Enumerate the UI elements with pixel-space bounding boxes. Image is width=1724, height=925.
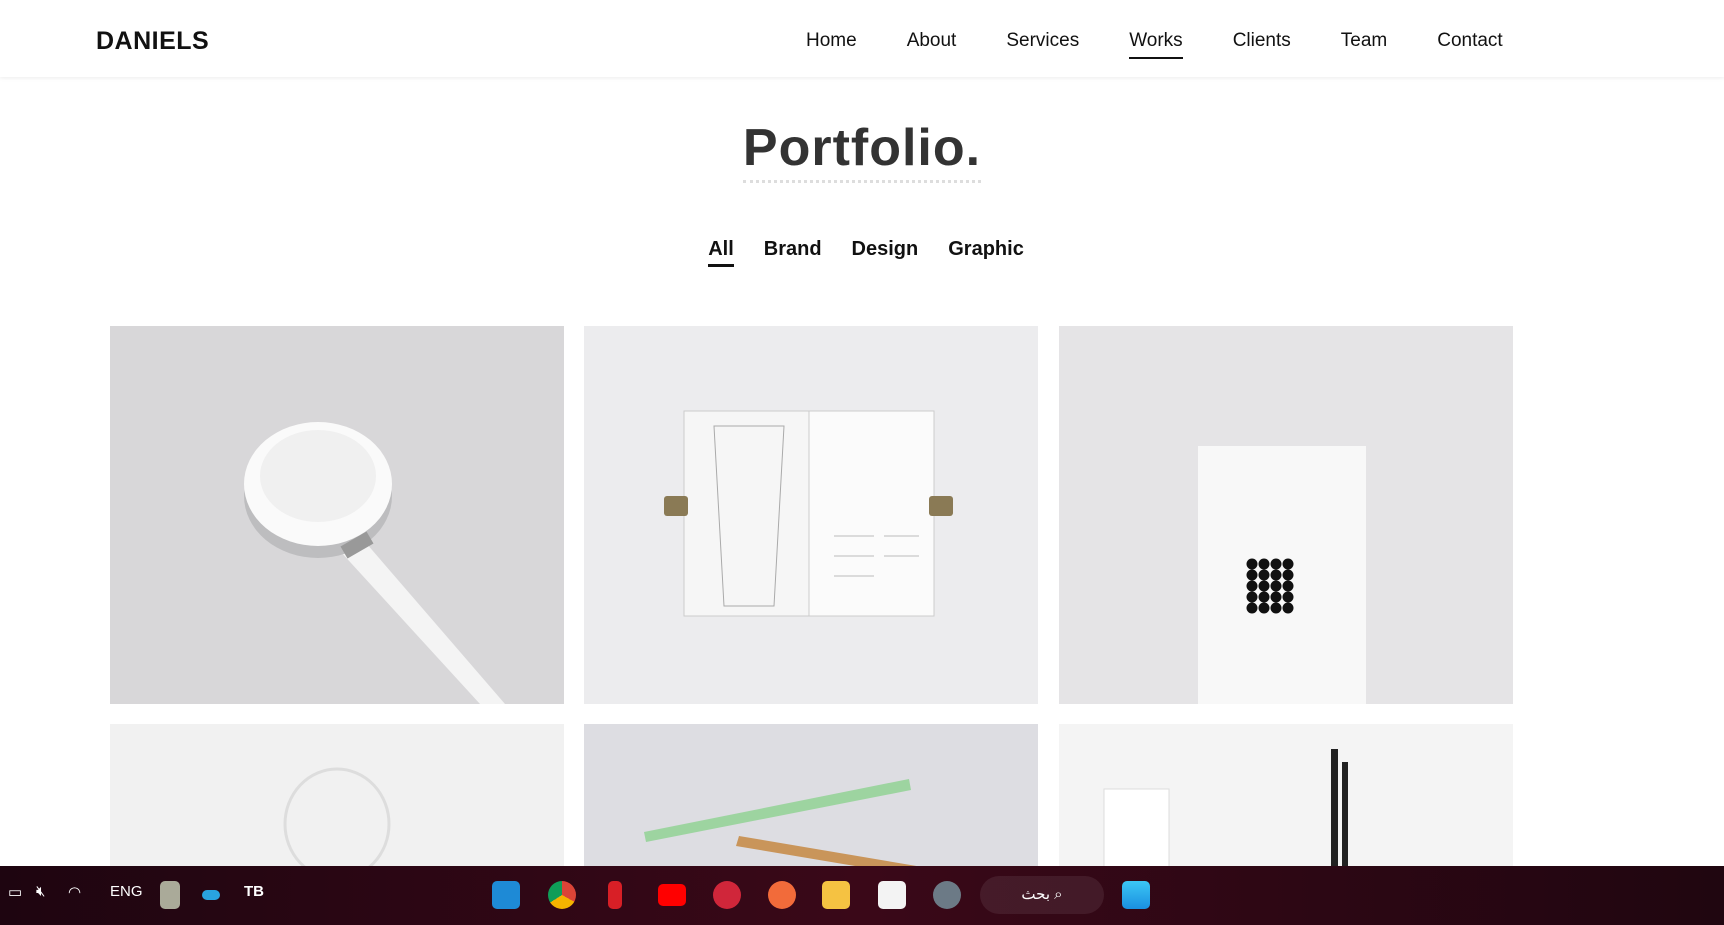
- nav-about[interactable]: About: [907, 30, 957, 59]
- portfolio-filters: All Brand Design Graphic: [0, 238, 1724, 267]
- pens-image: [1103, 749, 1348, 884]
- settings-icon[interactable]: [933, 881, 961, 909]
- search-icon: ⌕: [1054, 886, 1063, 903]
- nav-team[interactable]: Team: [1341, 30, 1387, 59]
- tray-tb-icon[interactable]: TB: [244, 883, 264, 900]
- nav-contact[interactable]: Contact: [1437, 30, 1502, 59]
- brush-app-icon[interactable]: [768, 881, 796, 909]
- portfolio-item-apple-charger[interactable]: [110, 326, 564, 704]
- card-dot: [1258, 558, 1270, 570]
- logo[interactable]: DANIELS: [96, 27, 209, 56]
- search-label: بحث: [1021, 886, 1050, 903]
- card-dot: [1246, 591, 1258, 603]
- card-dot: [1258, 580, 1270, 592]
- nav-services[interactable]: Services: [1006, 30, 1079, 59]
- portfolio-item-light-bulb[interactable]: [110, 724, 564, 884]
- card-dot: [1270, 591, 1282, 603]
- page-title-wrap: Portfolio.: [0, 118, 1724, 183]
- netflix-icon[interactable]: [608, 881, 622, 909]
- card-dot: [1270, 602, 1282, 614]
- filter-brand[interactable]: Brand: [764, 238, 822, 267]
- filter-design[interactable]: Design: [852, 238, 919, 267]
- card-dot: [1258, 591, 1270, 603]
- nav-works[interactable]: Works: [1129, 30, 1183, 59]
- wifi-icon[interactable]: ◠: [68, 883, 81, 901]
- youtube-icon[interactable]: [658, 884, 686, 906]
- file-explorer-icon[interactable]: [822, 881, 850, 909]
- battery-icon[interactable]: ▭: [8, 883, 22, 901]
- portfolio-item-rulers[interactable]: [584, 724, 1038, 884]
- card-dot: [1282, 569, 1294, 581]
- language-indicator[interactable]: ENG: [110, 883, 143, 900]
- pinterest-icon[interactable]: [713, 881, 741, 909]
- filter-graphic[interactable]: Graphic: [948, 238, 1024, 267]
- windows-taskbar: ▭ 🔇︎ ◠ ENG TB بحث ⌕: [0, 866, 1724, 925]
- taskbar-search[interactable]: بحث ⌕: [980, 876, 1104, 914]
- tray-cup-icon[interactable]: [202, 890, 220, 900]
- main-menu: Home About Services Works Clients Team C…: [806, 30, 1553, 59]
- card-dot: [1270, 558, 1282, 570]
- card-dot: [1270, 580, 1282, 592]
- tray-app-icon[interactable]: [160, 881, 180, 909]
- card-dot: [1246, 569, 1258, 581]
- filter-all[interactable]: All: [708, 238, 734, 267]
- portfolio-item-white-card[interactable]: [1059, 326, 1513, 704]
- nav-home[interactable]: Home: [806, 30, 857, 59]
- vscode-icon[interactable]: [492, 881, 520, 909]
- rulers-image: [644, 779, 964, 884]
- nav-clients[interactable]: Clients: [1233, 30, 1291, 59]
- apple-charger-image: [244, 422, 505, 704]
- card-dot: [1270, 569, 1282, 581]
- microsoft-store-icon[interactable]: [878, 881, 906, 909]
- page-title: Portfolio.: [742, 118, 982, 183]
- card-dot: [1258, 569, 1270, 581]
- map-booklet-image: [664, 410, 953, 617]
- card-dot: [1246, 602, 1258, 614]
- portfolio-item-map-booklet[interactable]: [584, 326, 1038, 704]
- card-dot: [1246, 558, 1258, 570]
- card-dot: [1282, 580, 1294, 592]
- card-dot: [1258, 602, 1270, 614]
- volume-muted-icon[interactable]: 🔇︎: [36, 883, 45, 900]
- card-dot: [1282, 558, 1294, 570]
- card-dot: [1282, 602, 1294, 614]
- portfolio-item-pens[interactable]: [1059, 724, 1513, 884]
- chrome-icon[interactable]: [548, 881, 576, 909]
- windows-start-icon[interactable]: [1122, 881, 1150, 909]
- card-dot: [1282, 591, 1294, 603]
- top-navbar: DANIELS Home About Services Works Client…: [0, 0, 1724, 77]
- card-dot: [1246, 580, 1258, 592]
- light-bulb-image: [283, 767, 391, 881]
- white-card-image: [1198, 446, 1366, 704]
